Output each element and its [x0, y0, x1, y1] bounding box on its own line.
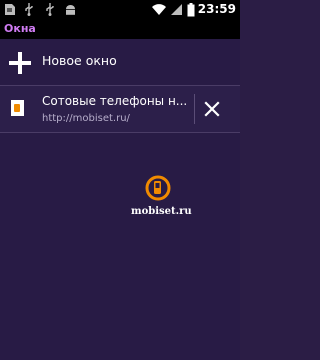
- windows-list: Новое окно Сотовые телефоны н... http://…: [0, 39, 240, 360]
- sim-card-icon: [5, 4, 15, 15]
- watermark: mobiset.ru: [131, 175, 211, 223]
- close-icon[interactable]: [203, 100, 221, 118]
- favicon-icon: [11, 100, 24, 116]
- android-debug-icon: [66, 5, 75, 15]
- new-window-label: Новое окно: [42, 53, 117, 68]
- wifi-icon: [152, 4, 166, 15]
- usb-icon: [25, 3, 33, 16]
- window-title: Сотовые телефоны н...: [42, 94, 188, 108]
- separator: [194, 94, 195, 124]
- window-item[interactable]: Сотовые телефоны н... http://mobiset.ru/: [0, 86, 240, 132]
- title-bar: Окна: [0, 19, 240, 39]
- page-title: Окна: [4, 22, 36, 35]
- mobiset-logo-icon: [145, 175, 171, 201]
- signal-icon: [171, 4, 182, 15]
- battery-icon: [187, 3, 195, 17]
- usb-icon: [46, 3, 54, 16]
- plus-icon: [9, 52, 31, 74]
- status-bar: 23:59: [0, 0, 240, 19]
- status-time: 23:59: [197, 2, 236, 16]
- window-url: http://mobiset.ru/: [42, 113, 130, 124]
- watermark-text: mobiset.ru: [131, 206, 192, 217]
- new-window-button[interactable]: Новое окно: [0, 39, 240, 85]
- divider: [0, 132, 240, 133]
